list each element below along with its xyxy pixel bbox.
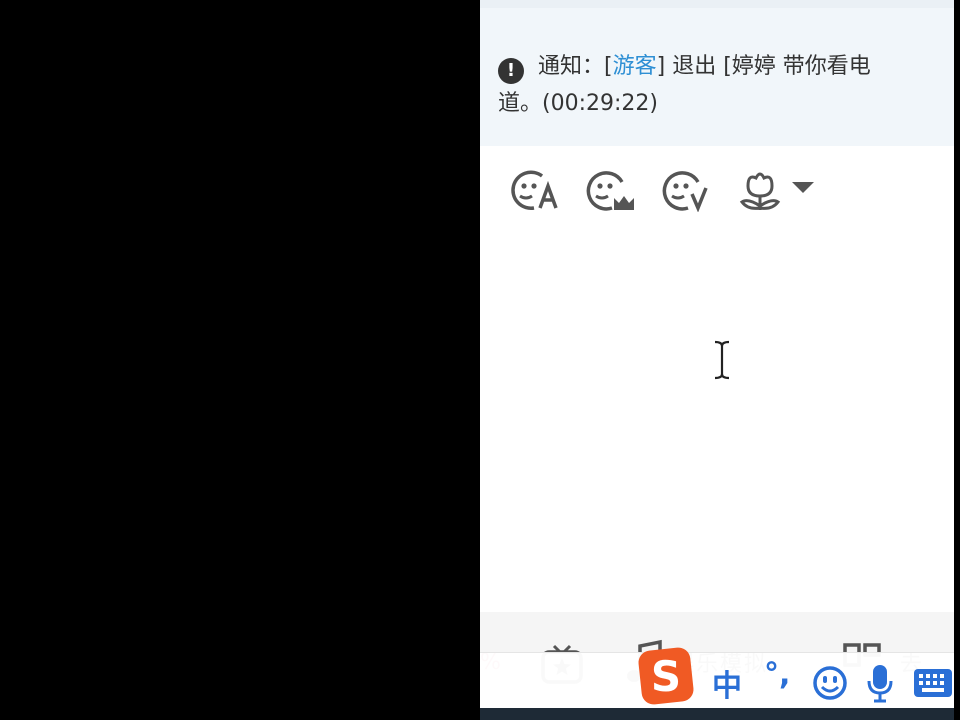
message-toolbar — [480, 160, 954, 220]
flower-icon[interactable] — [734, 168, 786, 212]
emoji-font-icon[interactable] — [508, 168, 560, 212]
exclamation-circle-icon: ! — [498, 58, 524, 84]
emoji-v-icon[interactable] — [660, 168, 712, 212]
top-strip — [480, 0, 954, 8]
notice-bracket-close: ] — [656, 54, 666, 79]
chat-panel: ! 通知：[游客] 退出 [婷婷 带你看电 道。(00:29:22) S 中 °… — [480, 0, 954, 720]
svg-text:S: S — [651, 652, 681, 701]
ime-status-bar: S 中 °, — [480, 647, 954, 709]
guest-user-link[interactable]: 游客 — [613, 54, 657, 79]
ime-punctuation-mode[interactable]: °, — [764, 657, 790, 692]
notice-area: ! 通知：[游客] 退出 [婷婷 带你看电 道。(00:29:22) — [480, 0, 954, 146]
smiley-icon[interactable] — [812, 665, 848, 701]
system-notice: ! 通知：[游客] 退出 [婷婷 带你看电 道。(00:29:22) — [498, 48, 954, 122]
dropdown-caret-icon[interactable] — [792, 182, 814, 193]
black-background-right — [954, 0, 960, 720]
ime-chinese-mode[interactable]: 中 — [712, 661, 742, 705]
sogou-s-icon[interactable]: S — [636, 645, 696, 707]
message-input-area[interactable] — [480, 222, 954, 612]
notice-prefix: 通知： — [538, 54, 605, 79]
emoji-vip-icon[interactable] — [584, 168, 636, 212]
keyboard-icon[interactable] — [912, 667, 954, 699]
black-background-left — [0, 0, 480, 720]
notice-bracket-open: [ — [604, 54, 613, 79]
notice-action: 退出 [婷婷 带你看电 — [665, 54, 871, 79]
taskbar-strip — [480, 708, 954, 720]
notice-line-2: 道。(00:29:22) — [498, 91, 658, 116]
microphone-icon[interactable] — [866, 663, 894, 703]
text-cursor-icon — [714, 340, 730, 380]
